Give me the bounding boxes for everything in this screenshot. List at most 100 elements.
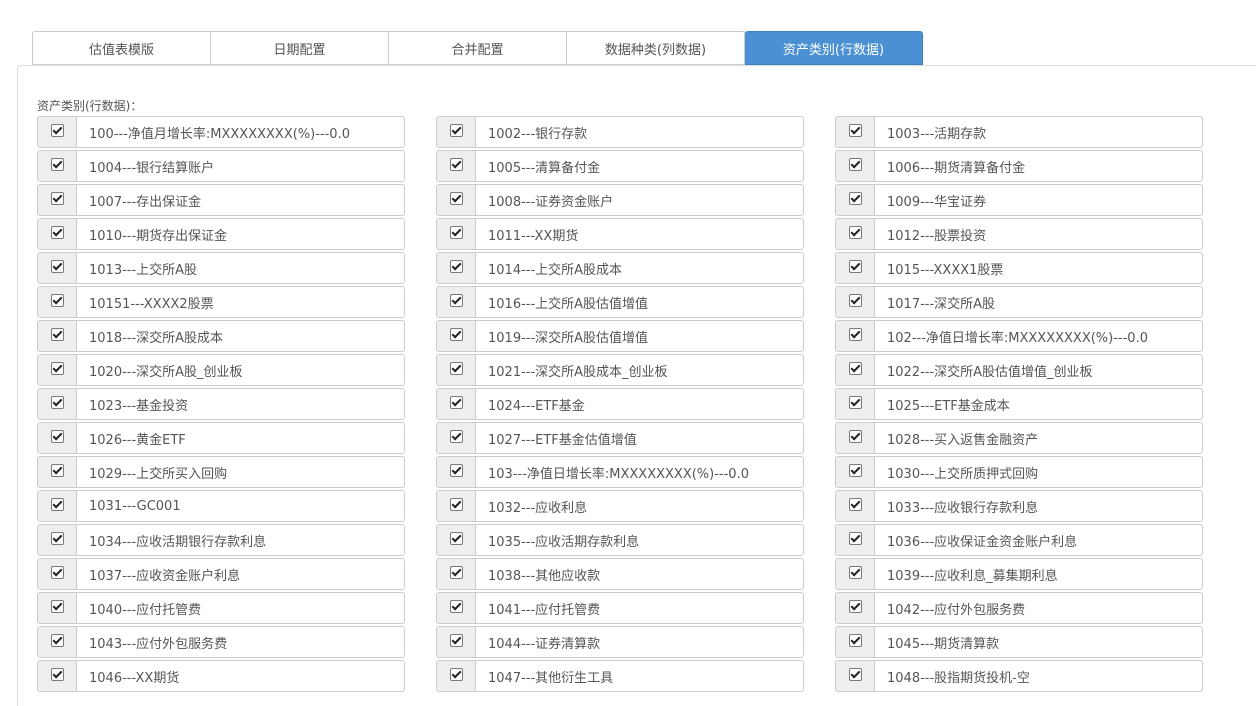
tab-4[interactable]: 数据种类(列数据) bbox=[567, 31, 745, 65]
checkbox-addon bbox=[836, 287, 875, 317]
asset-category-item: 1028---买入返售金融资产 bbox=[835, 422, 1203, 454]
asset-category-checkbox[interactable] bbox=[449, 565, 463, 579]
asset-category-checkbox[interactable] bbox=[449, 123, 463, 137]
asset-category-checkbox[interactable] bbox=[50, 531, 64, 545]
asset-category-checkbox[interactable] bbox=[50, 599, 64, 613]
asset-category-item: 1035---应收活期存款利息 bbox=[436, 524, 804, 556]
asset-category-item: 1021---深交所A股成本_创业板 bbox=[436, 354, 804, 386]
asset-category-checkbox[interactable] bbox=[848, 429, 862, 443]
asset-category-checkbox[interactable] bbox=[848, 293, 862, 307]
asset-category-checkbox[interactable] bbox=[50, 463, 64, 477]
asset-category-checkbox[interactable] bbox=[50, 395, 64, 409]
asset-category-checkbox[interactable] bbox=[848, 191, 862, 205]
asset-category-item: 1018---深交所A股成本 bbox=[37, 320, 405, 352]
asset-category-item: 1008---证券资金账户 bbox=[436, 184, 804, 216]
asset-category-checkbox[interactable] bbox=[449, 429, 463, 443]
asset-category-label: 1010---期货存出保证金 bbox=[89, 228, 228, 244]
asset-category-item: 1030---上交所质押式回购 bbox=[835, 456, 1203, 488]
asset-category-item: 100---净值月增长率:MXXXXXXXX(%)---0.0 bbox=[37, 116, 405, 148]
asset-category-checkbox[interactable] bbox=[50, 429, 64, 443]
asset-category-checkbox[interactable] bbox=[449, 497, 463, 511]
asset-category-label: 1048---股指期货投机-空 bbox=[887, 670, 1030, 686]
asset-category-item: 1044---证券清算款 bbox=[436, 626, 804, 658]
asset-category-checkbox[interactable] bbox=[50, 633, 64, 647]
checkbox-addon bbox=[836, 559, 875, 589]
asset-category-checkbox[interactable] bbox=[449, 361, 463, 375]
asset-category-checkbox[interactable] bbox=[449, 633, 463, 647]
checkbox-addon bbox=[836, 389, 875, 419]
asset-category-checkbox[interactable] bbox=[848, 395, 862, 409]
asset-category-checkbox[interactable] bbox=[848, 327, 862, 341]
tab-5[interactable]: 资产类别(行数据) bbox=[745, 31, 923, 65]
asset-category-checkbox[interactable] bbox=[449, 599, 463, 613]
asset-category-checkbox[interactable] bbox=[50, 667, 64, 681]
asset-category-checkbox[interactable] bbox=[449, 667, 463, 681]
checkbox-addon bbox=[437, 287, 476, 317]
asset-category-checkbox[interactable] bbox=[50, 123, 64, 137]
asset-category-checkbox[interactable] bbox=[449, 293, 463, 307]
asset-category-item: 1036---应收保证金资金账户利息 bbox=[835, 524, 1203, 556]
asset-category-checkbox[interactable] bbox=[449, 259, 463, 273]
asset-category-checkbox[interactable] bbox=[50, 293, 64, 307]
asset-category-checkbox[interactable] bbox=[848, 633, 862, 647]
asset-category-checkbox[interactable] bbox=[848, 497, 862, 511]
tab-2[interactable]: 日期配置 bbox=[211, 31, 389, 65]
checkbox-addon bbox=[437, 355, 476, 385]
asset-category-label: 1025---ETF基金成本 bbox=[887, 398, 1010, 414]
asset-category-checkbox[interactable] bbox=[50, 565, 64, 579]
asset-category-checkbox[interactable] bbox=[50, 497, 64, 511]
asset-category-checkbox[interactable] bbox=[848, 225, 862, 239]
tab-1[interactable]: 估值表模版 bbox=[32, 31, 211, 65]
asset-category-checkbox[interactable] bbox=[848, 667, 862, 681]
checkbox-addon bbox=[437, 457, 476, 487]
asset-category-checkbox[interactable] bbox=[848, 123, 862, 137]
asset-category-label: 102---净值日增长率:MXXXXXXXX(%)---0.0 bbox=[887, 330, 1148, 346]
asset-category-label: 1007---存出保证金 bbox=[89, 194, 202, 210]
asset-category-checkbox[interactable] bbox=[449, 463, 463, 477]
asset-category-checkbox[interactable] bbox=[848, 565, 862, 579]
asset-category-checkbox[interactable] bbox=[50, 157, 64, 171]
asset-category-item: 1023---基金投资 bbox=[37, 388, 405, 420]
asset-category-checkbox[interactable] bbox=[848, 157, 862, 171]
asset-category-label: 1030---上交所质押式回购 bbox=[887, 466, 1039, 482]
checkbox-addon bbox=[836, 423, 875, 453]
asset-category-item: 1026---黄金ETF bbox=[37, 422, 405, 454]
asset-category-label: 1043---应付外包服务费 bbox=[89, 636, 228, 652]
asset-category-checkbox[interactable] bbox=[848, 259, 862, 273]
checkbox-addon bbox=[437, 525, 476, 555]
asset-category-checkbox[interactable] bbox=[449, 157, 463, 171]
asset-category-checkbox[interactable] bbox=[50, 191, 64, 205]
checkbox-addon bbox=[38, 457, 77, 487]
asset-category-checkbox[interactable] bbox=[50, 361, 64, 375]
asset-category-checkbox[interactable] bbox=[449, 395, 463, 409]
asset-category-label: 1044---证券清算款 bbox=[488, 636, 601, 652]
asset-category-checkbox[interactable] bbox=[848, 463, 862, 477]
checkbox-addon bbox=[38, 661, 77, 691]
asset-category-label: 1024---ETF基金 bbox=[488, 398, 585, 414]
asset-category-checkbox[interactable] bbox=[449, 191, 463, 205]
tab-3[interactable]: 合并配置 bbox=[389, 31, 567, 65]
checkbox-addon bbox=[836, 151, 875, 181]
asset-category-checkbox[interactable] bbox=[848, 599, 862, 613]
asset-category-item: 1006---期货清算备付金 bbox=[835, 150, 1203, 182]
asset-category-checkbox[interactable] bbox=[848, 361, 862, 375]
asset-category-item: 1038---其他应收款 bbox=[436, 558, 804, 590]
asset-category-checkbox[interactable] bbox=[50, 225, 64, 239]
checkbox-addon bbox=[836, 491, 875, 521]
asset-category-checkbox[interactable] bbox=[50, 259, 64, 273]
asset-category-checkbox[interactable] bbox=[449, 327, 463, 341]
asset-category-checkbox[interactable] bbox=[449, 531, 463, 545]
asset-category-item: 1047---其他衍生工具 bbox=[436, 660, 804, 692]
checkbox-addon bbox=[38, 389, 77, 419]
asset-category-checkbox[interactable] bbox=[449, 225, 463, 239]
asset-category-label: 1028---买入返售金融资产 bbox=[887, 432, 1039, 448]
asset-category-item: 1004---银行结算账户 bbox=[37, 150, 405, 182]
asset-category-checkbox[interactable] bbox=[50, 327, 64, 341]
asset-category-checkbox[interactable] bbox=[848, 531, 862, 545]
checkbox-addon bbox=[836, 321, 875, 351]
checkbox-addon bbox=[437, 491, 476, 521]
asset-category-label: 1036---应收保证金资金账户利息 bbox=[887, 534, 1078, 550]
asset-category-label: 1013---上交所A股 bbox=[89, 262, 198, 278]
checkbox-addon bbox=[38, 253, 77, 283]
checkbox-addon bbox=[38, 627, 77, 657]
